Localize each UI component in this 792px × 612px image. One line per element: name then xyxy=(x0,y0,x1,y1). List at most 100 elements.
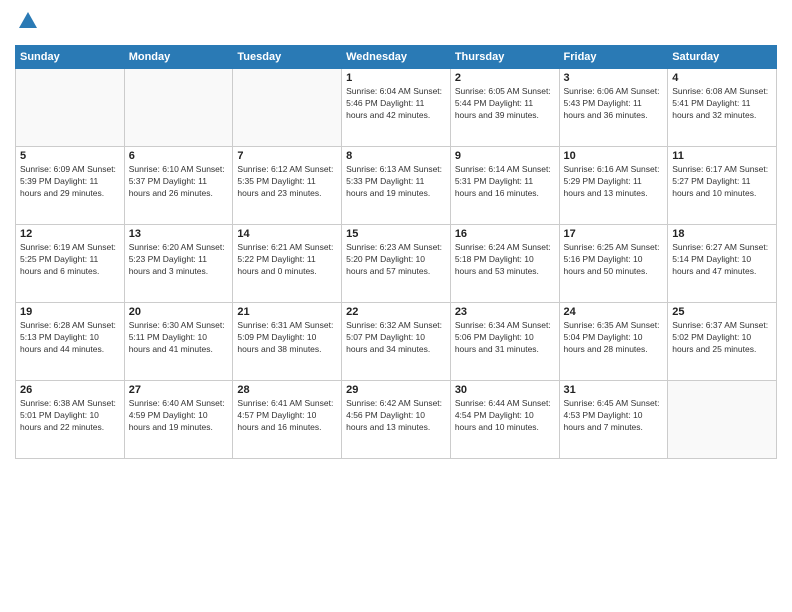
page-container: SundayMondayTuesdayWednesdayThursdayFrid… xyxy=(0,0,792,612)
cell-text: Sunrise: 6:09 AM Sunset: 5:39 PM Dayligh… xyxy=(20,164,120,200)
calendar-week-3: 12Sunrise: 6:19 AM Sunset: 5:25 PM Dayli… xyxy=(16,224,777,302)
day-number: 13 xyxy=(129,228,229,240)
day-number: 30 xyxy=(455,384,555,396)
day-number: 25 xyxy=(672,306,772,318)
cell-text: Sunrise: 6:13 AM Sunset: 5:33 PM Dayligh… xyxy=(346,164,446,200)
day-number: 17 xyxy=(564,228,664,240)
cell-text: Sunrise: 6:41 AM Sunset: 4:57 PM Dayligh… xyxy=(237,398,337,434)
calendar-cell: 4 Sunrise: 6:08 AM Sunset: 5:41 PM Daylig… xyxy=(668,68,777,146)
calendar-cell: 17 Sunrise: 6:25 AM Sunset: 5:16 PM Dayli… xyxy=(559,224,668,302)
calendar-cell xyxy=(668,380,777,458)
header xyxy=(15,10,777,37)
day-number: 11 xyxy=(672,150,772,162)
cell-text: Sunrise: 6:23 AM Sunset: 5:20 PM Dayligh… xyxy=(346,242,446,278)
calendar-cell: 14 Sunrise: 6:21 AM Sunset: 5:22 PM Dayli… xyxy=(233,224,342,302)
day-number: 26 xyxy=(20,384,120,396)
cell-text: Sunrise: 6:12 AM Sunset: 5:35 PM Dayligh… xyxy=(237,164,337,200)
calendar-week-4: 19 Sunrise: 6:28 AM Sunset: 5:13 PM Dayli… xyxy=(16,302,777,380)
cell-text: Sunrise: 6:04 AM Sunset: 5:46 PM Dayligh… xyxy=(346,86,446,122)
calendar-cell: 12Sunrise: 6:19 AM Sunset: 5:25 PM Dayli… xyxy=(16,224,125,302)
calendar-cell: 31Sunrise: 6:45 AM Sunset: 4:53 PM Dayli… xyxy=(559,380,668,458)
calendar-cell: 8 Sunrise: 6:13 AM Sunset: 5:33 PM Daylig… xyxy=(342,146,451,224)
calendar-cell: 2 Sunrise: 6:05 AM Sunset: 5:44 PM Daylig… xyxy=(450,68,559,146)
cell-text: Sunrise: 6:32 AM Sunset: 5:07 PM Dayligh… xyxy=(346,320,446,356)
cell-text: Sunrise: 6:44 AM Sunset: 4:54 PM Dayligh… xyxy=(455,398,555,434)
cell-text: Sunrise: 6:37 AM Sunset: 5:02 PM Dayligh… xyxy=(672,320,772,356)
day-number: 24 xyxy=(564,306,664,318)
weekday-header-thursday: Thursday xyxy=(450,45,559,68)
calendar-cell: 25 Sunrise: 6:37 AM Sunset: 5:02 PM Dayli… xyxy=(668,302,777,380)
cell-text: Sunrise: 6:20 AM Sunset: 5:23 PM Dayligh… xyxy=(129,242,229,278)
cell-text: Sunrise: 6:08 AM Sunset: 5:41 PM Dayligh… xyxy=(672,86,772,122)
cell-text: Sunrise: 6:05 AM Sunset: 5:44 PM Dayligh… xyxy=(455,86,555,122)
logo-icon xyxy=(17,10,39,32)
calendar-cell: 21 Sunrise: 6:31 AM Sunset: 5:09 PM Dayli… xyxy=(233,302,342,380)
calendar-cell: 16 Sunrise: 6:24 AM Sunset: 5:18 PM Dayli… xyxy=(450,224,559,302)
calendar-cell: 23 Sunrise: 6:34 AM Sunset: 5:06 PM Dayli… xyxy=(450,302,559,380)
calendar-cell: 27 Sunrise: 6:40 AM Sunset: 4:59 PM Dayli… xyxy=(124,380,233,458)
calendar-cell: 18 Sunrise: 6:27 AM Sunset: 5:14 PM Dayli… xyxy=(668,224,777,302)
cell-text: Sunrise: 6:17 AM Sunset: 5:27 PM Dayligh… xyxy=(672,164,772,200)
day-number: 10 xyxy=(564,150,664,162)
calendar-cell: 3 Sunrise: 6:06 AM Sunset: 5:43 PM Daylig… xyxy=(559,68,668,146)
calendar-cell: 20Sunrise: 6:30 AM Sunset: 5:11 PM Dayli… xyxy=(124,302,233,380)
cell-text: Sunrise: 6:28 AM Sunset: 5:13 PM Dayligh… xyxy=(20,320,120,356)
calendar-cell: 28 Sunrise: 6:41 AM Sunset: 4:57 PM Dayli… xyxy=(233,380,342,458)
calendar-cell: 6Sunrise: 6:10 AM Sunset: 5:37 PM Daylig… xyxy=(124,146,233,224)
day-number: 19 xyxy=(20,306,120,318)
calendar-cell: 1 Sunrise: 6:04 AM Sunset: 5:46 PM Daylig… xyxy=(342,68,451,146)
day-number: 31 xyxy=(564,384,664,396)
day-number: 18 xyxy=(672,228,772,240)
calendar-cell: 22 Sunrise: 6:32 AM Sunset: 5:07 PM Dayli… xyxy=(342,302,451,380)
cell-text: Sunrise: 6:06 AM Sunset: 5:43 PM Dayligh… xyxy=(564,86,664,122)
day-number: 8 xyxy=(346,150,446,162)
weekday-header-tuesday: Tuesday xyxy=(233,45,342,68)
calendar-week-2: 5 Sunrise: 6:09 AM Sunset: 5:39 PM Daylig… xyxy=(16,146,777,224)
calendar-cell: 7 Sunrise: 6:12 AM Sunset: 5:35 PM Daylig… xyxy=(233,146,342,224)
day-number: 20 xyxy=(129,306,229,318)
day-number: 16 xyxy=(455,228,555,240)
calendar-cell: 9 Sunrise: 6:14 AM Sunset: 5:31 PM Daylig… xyxy=(450,146,559,224)
day-number: 15 xyxy=(346,228,446,240)
day-number: 29 xyxy=(346,384,446,396)
calendar-cell: 10 Sunrise: 6:16 AM Sunset: 5:29 PM Dayli… xyxy=(559,146,668,224)
cell-text: Sunrise: 6:34 AM Sunset: 5:06 PM Dayligh… xyxy=(455,320,555,356)
calendar-cell: 30 Sunrise: 6:44 AM Sunset: 4:54 PM Dayli… xyxy=(450,380,559,458)
day-number: 5 xyxy=(20,150,120,162)
day-number: 12 xyxy=(20,228,120,240)
day-number: 28 xyxy=(237,384,337,396)
cell-text: Sunrise: 6:35 AM Sunset: 5:04 PM Dayligh… xyxy=(564,320,664,356)
calendar-cell: 29Sunrise: 6:42 AM Sunset: 4:56 PM Dayli… xyxy=(342,380,451,458)
day-number: 9 xyxy=(455,150,555,162)
cell-text: Sunrise: 6:25 AM Sunset: 5:16 PM Dayligh… xyxy=(564,242,664,278)
day-number: 7 xyxy=(237,150,337,162)
cell-text: Sunrise: 6:16 AM Sunset: 5:29 PM Dayligh… xyxy=(564,164,664,200)
day-number: 1 xyxy=(346,72,446,84)
weekday-header-friday: Friday xyxy=(559,45,668,68)
calendar-cell xyxy=(16,68,125,146)
day-number: 23 xyxy=(455,306,555,318)
calendar-week-5: 26 Sunrise: 6:38 AM Sunset: 5:01 PM Dayli… xyxy=(16,380,777,458)
day-number: 27 xyxy=(129,384,229,396)
calendar-cell: 24 Sunrise: 6:35 AM Sunset: 5:04 PM Dayli… xyxy=(559,302,668,380)
cell-text: Sunrise: 6:40 AM Sunset: 4:59 PM Dayligh… xyxy=(129,398,229,434)
calendar-cell: 15 Sunrise: 6:23 AM Sunset: 5:20 PM Dayli… xyxy=(342,224,451,302)
weekday-header-sunday: Sunday xyxy=(16,45,125,68)
cell-text: Sunrise: 6:27 AM Sunset: 5:14 PM Dayligh… xyxy=(672,242,772,278)
day-number: 14 xyxy=(237,228,337,240)
cell-text: Sunrise: 6:24 AM Sunset: 5:18 PM Dayligh… xyxy=(455,242,555,278)
weekday-header-row: SundayMondayTuesdayWednesdayThursdayFrid… xyxy=(16,45,777,68)
logo xyxy=(15,10,39,37)
day-number: 6 xyxy=(129,150,229,162)
day-number: 2 xyxy=(455,72,555,84)
weekday-header-saturday: Saturday xyxy=(668,45,777,68)
cell-text: Sunrise: 6:38 AM Sunset: 5:01 PM Dayligh… xyxy=(20,398,120,434)
cell-text: Sunrise: 6:14 AM Sunset: 5:31 PM Dayligh… xyxy=(455,164,555,200)
day-number: 4 xyxy=(672,72,772,84)
day-number: 22 xyxy=(346,306,446,318)
weekday-header-wednesday: Wednesday xyxy=(342,45,451,68)
cell-text: Sunrise: 6:21 AM Sunset: 5:22 PM Dayligh… xyxy=(237,242,337,278)
day-number: 21 xyxy=(237,306,337,318)
day-number: 3 xyxy=(564,72,664,84)
cell-text: Sunrise: 6:31 AM Sunset: 5:09 PM Dayligh… xyxy=(237,320,337,356)
